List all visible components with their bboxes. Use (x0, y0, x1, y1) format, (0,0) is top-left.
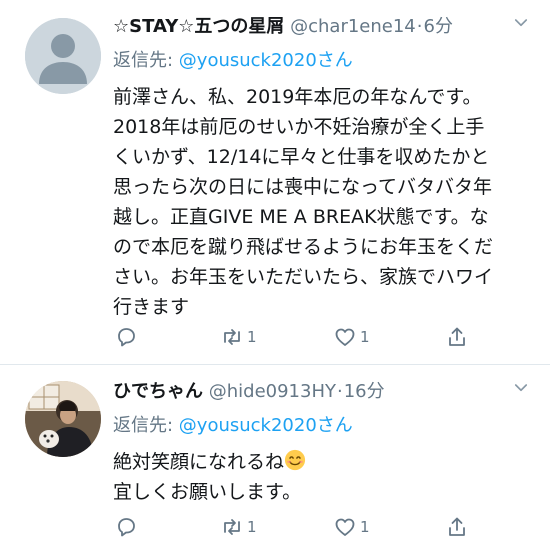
tweet-text-line: 越し。正直GIVE ME A BREAK状態です。な (113, 206, 489, 228)
tweet-text-line: くいかず、12/14に早々と仕事を収めたかと (113, 146, 490, 168)
tweet-text-line-1: 絶対笑顔になれるね (113, 451, 285, 473)
avatar-default[interactable] (25, 18, 101, 94)
reply-button[interactable] (114, 515, 138, 539)
default-avatar-icon (25, 18, 101, 94)
share-button[interactable] (445, 515, 469, 539)
avatar-photo[interactable] (25, 381, 101, 457)
tweet-text-line: 思ったら次の日には喪中になってバタバタ年 (113, 176, 493, 198)
like-button[interactable]: 1 (333, 515, 370, 539)
share-icon (449, 327, 465, 346)
reply-mention-link[interactable]: @yousuck2020さん (179, 50, 353, 71)
tweet[interactable]: ひでちゃん @hide0913HY·16分 返信先: @yousuck2020さ… (0, 365, 550, 556)
like-button[interactable]: 1 (333, 325, 370, 349)
heart-icon (335, 518, 355, 536)
reply-button[interactable] (114, 325, 138, 349)
display-name[interactable]: ☆STAY☆五つの星屑 (113, 16, 284, 37)
tweet-text: 絶対笑顔になれるね 宜しくお願いします。 (113, 447, 536, 507)
tweet-text-line: ので本厄を蹴り飛ばせるようにお年玉をくだ (113, 236, 494, 258)
user-handle[interactable]: @char1ene14 (290, 16, 416, 37)
reply-prefix: 返信先: (113, 50, 179, 71)
reply-icon (118, 328, 135, 347)
retweet-count: 1 (247, 518, 257, 536)
reply-mention-link[interactable]: @yousuck2020さん (179, 415, 353, 436)
user-handle[interactable]: @hide0913HY (209, 381, 336, 402)
tweet[interactable]: ☆STAY☆五つの星屑 @char1ene14·6分 返信先: @yousuck… (0, 0, 550, 365)
like-count: 1 (360, 328, 370, 346)
retweet-count: 1 (247, 328, 257, 346)
tweet-header: ☆STAY☆五つの星屑 @char1ene14·6分 (113, 12, 536, 38)
like-count: 1 (360, 518, 370, 536)
tweet-header: ひでちゃん @hide0913HY·16分 (113, 377, 536, 403)
tweet-actions: 1 1 (0, 515, 550, 539)
tweet-text-line: さい。お年玉をいただいたら、家族でハワイ (113, 266, 494, 288)
reply-icon (118, 518, 135, 537)
chevron-down-icon[interactable] (512, 379, 530, 397)
separator-dot: · (336, 381, 343, 402)
timestamp[interactable]: 6分 (424, 16, 453, 37)
heart-icon (335, 328, 355, 346)
retweet-icon (224, 519, 240, 535)
avatar-image (25, 381, 101, 457)
share-icon (449, 517, 465, 536)
timestamp[interactable]: 16分 (344, 381, 385, 402)
reply-context: 返信先: @yousuck2020さん (113, 46, 536, 71)
reply-context: 返信先: @yousuck2020さん (113, 411, 536, 436)
tweet-text-line: 2018年は前厄のせいか不妊治療が全く上手 (113, 116, 485, 138)
tweet-text-line: 行きます (113, 296, 190, 318)
tweet-text: 前澤さん、私、2019年本厄の年なんです。 2018年は前厄のせいか不妊治療が全… (113, 82, 536, 322)
chevron-down-icon[interactable] (512, 14, 530, 32)
tweet-text-line: 絶対笑顔になれるね (113, 447, 536, 477)
retweet-icon (224, 329, 240, 345)
display-name[interactable]: ひでちゃん (113, 381, 203, 402)
tweet-text-line: 前澤さん、私、2019年本厄の年なんです。 (113, 86, 482, 108)
share-button[interactable] (445, 325, 469, 349)
reply-prefix: 返信先: (113, 415, 179, 436)
smiling-face-emoji (284, 449, 306, 471)
retweet-button[interactable]: 1 (220, 325, 257, 349)
separator-dot: · (416, 16, 423, 37)
tweet-actions: 1 1 (0, 325, 550, 349)
retweet-button[interactable]: 1 (220, 515, 257, 539)
tweet-text-line: 宜しくお願いします。 (113, 481, 302, 503)
